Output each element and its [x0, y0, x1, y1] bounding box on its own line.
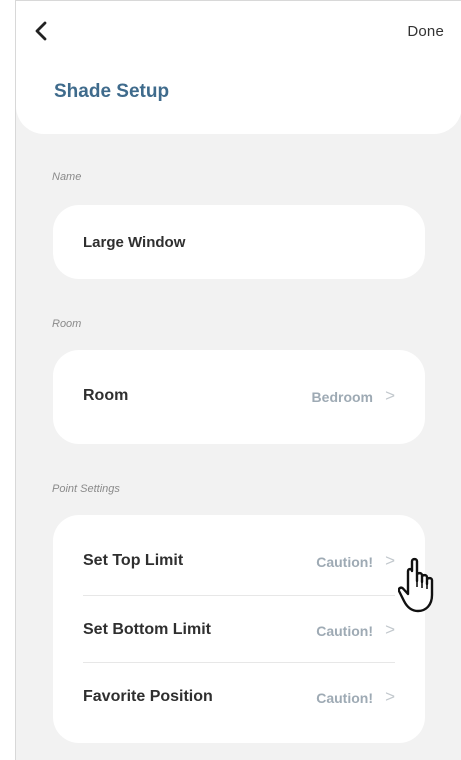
- section-label-room: Room: [52, 318, 82, 330]
- set-top-limit-row[interactable]: Set Top Limit Caution! >: [53, 528, 425, 596]
- set-bottom-limit-label: Set Bottom Limit: [83, 621, 211, 638]
- chevron-left-icon: [35, 21, 47, 41]
- room-row-value: Bedroom: [311, 389, 373, 405]
- set-top-limit-label: Set Top Limit: [83, 552, 184, 569]
- chevron-right-icon: >: [385, 687, 395, 706]
- header: Done Shade Setup: [16, 1, 461, 134]
- favorite-position-status: Caution!: [316, 690, 373, 706]
- favorite-position-row[interactable]: Favorite Position Caution! >: [53, 664, 425, 732]
- done-button[interactable]: Done: [407, 23, 444, 40]
- room-row[interactable]: Room Bedroom >: [53, 363, 425, 431]
- set-bottom-limit-status: Caution!: [316, 623, 373, 639]
- back-button[interactable]: [30, 19, 54, 43]
- set-top-limit-status: Caution!: [316, 554, 373, 570]
- name-field[interactable]: Large Window: [53, 205, 425, 279]
- section-label-name: Name: [52, 171, 82, 183]
- hand-pointer-icon: [397, 557, 446, 615]
- chevron-right-icon: >: [385, 620, 395, 639]
- room-card: Room Bedroom >: [53, 350, 425, 444]
- set-bottom-limit-row[interactable]: Set Bottom Limit Caution! >: [53, 597, 425, 665]
- chevron-right-icon: >: [385, 386, 395, 405]
- divider: [83, 595, 395, 596]
- room-row-label: Room: [83, 387, 129, 404]
- section-label-point-settings: Point Settings: [52, 483, 120, 495]
- page-title: Shade Setup: [54, 81, 170, 102]
- divider: [83, 662, 395, 663]
- name-value: Large Window: [83, 234, 186, 251]
- point-settings-card: Set Top Limit Caution! > Set Bottom Limi…: [53, 515, 425, 743]
- favorite-position-label: Favorite Position: [83, 688, 213, 705]
- chevron-right-icon: >: [385, 551, 395, 570]
- app-screen: Done Shade Setup Name Large Window Room …: [15, 0, 461, 760]
